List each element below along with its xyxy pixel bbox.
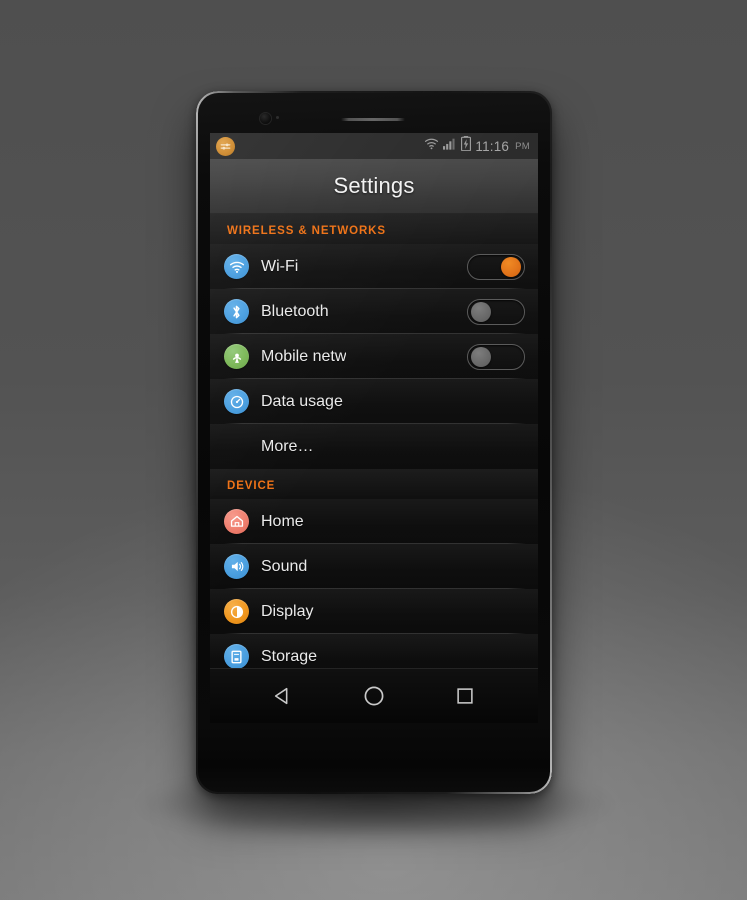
list-item-data-usage[interactable]: Data usage	[210, 379, 538, 424]
home-button[interactable]	[351, 673, 397, 719]
list-item-home[interactable]: Home	[210, 499, 538, 544]
home-circle-icon	[364, 686, 384, 706]
wifi-toggle[interactable]	[467, 253, 525, 280]
list-item-wifi[interactable]: Wi-Fi	[210, 244, 538, 289]
storage-icon	[224, 644, 249, 668]
phone-screen: 11:16 PM Settings WIRELESS & NETWORKS Wi…	[210, 133, 538, 723]
wifi-icon	[224, 254, 249, 279]
list-item-label: Display	[261, 602, 314, 620]
status-bar-ampm: PM	[515, 140, 530, 152]
bluetooth-toggle[interactable]	[467, 298, 525, 325]
cellular-signal-icon	[443, 137, 457, 155]
navigation-bar[interactable]	[210, 668, 538, 723]
home-icon	[224, 509, 249, 534]
list-item-label: Data usage	[261, 392, 343, 410]
mobile-network-toggle[interactable]	[467, 343, 525, 370]
back-button[interactable]	[260, 673, 306, 719]
front-camera-icon	[260, 113, 271, 124]
bluetooth-icon	[224, 299, 249, 324]
status-bar-notifications	[216, 136, 235, 156]
section-header-wireless: WIRELESS & NETWORKS	[210, 214, 538, 244]
status-bar: 11:16 PM	[210, 133, 538, 159]
list-item-display[interactable]: Display	[210, 589, 538, 634]
list-item-label: More…	[261, 437, 314, 455]
status-bar-clock: 11:16	[475, 138, 510, 154]
list-item-label: Sound	[261, 557, 308, 575]
mobile-network-icon	[224, 344, 249, 369]
status-bar-system-icons: 11:16 PM	[424, 136, 530, 156]
settings-list[interactable]: WIRELESS & NETWORKS Wi-Fi Bluetooth Mobi…	[210, 214, 538, 668]
recents-square-icon	[456, 688, 473, 704]
proximity-sensor-icon	[276, 116, 279, 119]
section-header-device: DEVICE	[210, 469, 538, 499]
phone-device: 11:16 PM Settings WIRELESS & NETWORKS Wi…	[196, 91, 552, 794]
wifi-icon	[424, 137, 439, 155]
list-item-more[interactable]: More…	[210, 424, 538, 469]
list-item-label: Bluetooth	[261, 302, 329, 320]
toggle-knob	[501, 256, 521, 277]
list-item-mobile-networks[interactable]: Mobile netw	[210, 334, 538, 379]
list-item-storage[interactable]: Storage	[210, 634, 538, 668]
phone-bottom-bezel	[196, 723, 552, 794]
list-item-label: Mobile netw	[261, 347, 347, 365]
list-item-bluetooth[interactable]: Bluetooth	[210, 289, 538, 334]
list-item-label: Storage	[261, 647, 318, 665]
data-usage-icon	[224, 389, 249, 414]
studio-backdrop: 11:16 PM Settings WIRELESS & NETWORKS Wi…	[0, 0, 747, 900]
settings-sliders-icon	[216, 136, 235, 156]
brightness-icon	[224, 599, 249, 624]
sound-icon	[224, 554, 249, 579]
page-title: Settings	[333, 173, 415, 198]
toggle-knob	[471, 301, 491, 322]
list-item-label: Home	[261, 512, 304, 530]
battery-charging-icon	[461, 136, 472, 156]
list-item-sound[interactable]: Sound	[210, 544, 538, 589]
earpiece-speaker-icon	[341, 118, 405, 121]
recents-button[interactable]	[442, 673, 488, 719]
toggle-knob	[471, 346, 491, 367]
list-item-label: Wi-Fi	[261, 257, 299, 275]
back-triangle-icon	[275, 687, 288, 705]
action-bar: Settings	[210, 159, 538, 214]
